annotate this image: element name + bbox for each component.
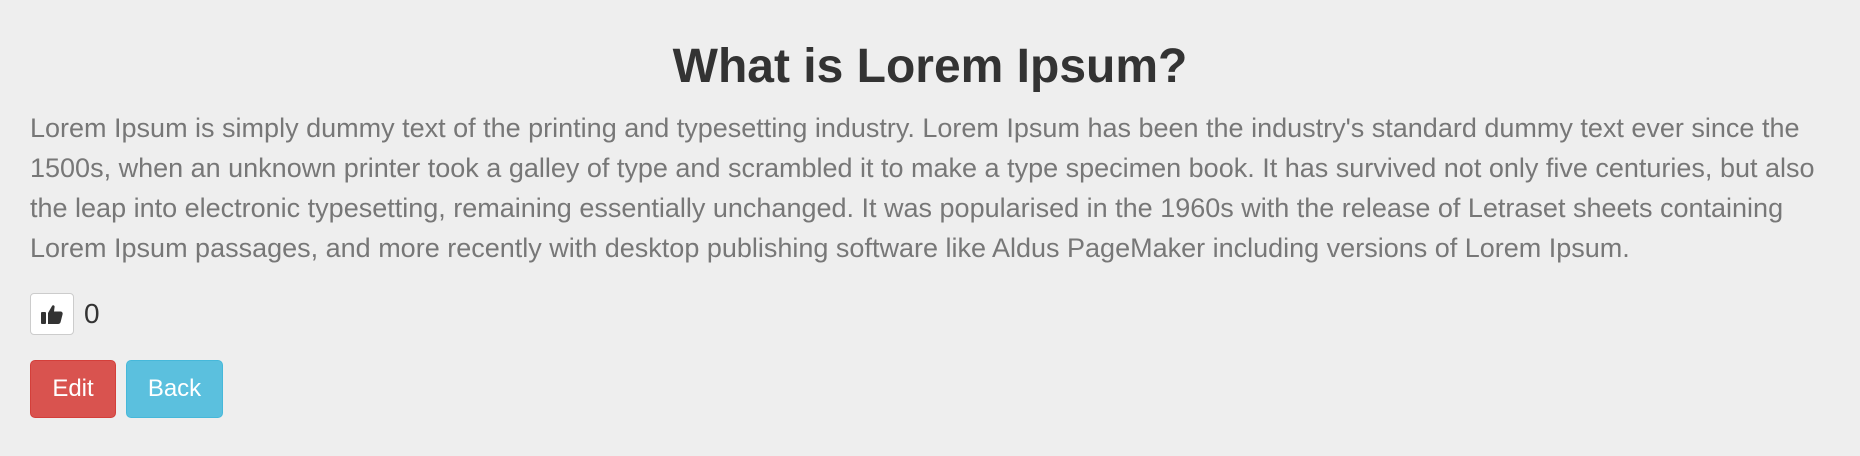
like-button[interactable]: [30, 293, 74, 335]
thumbs-up-icon: [40, 303, 64, 325]
article-container: What is Lorem Ipsum? Lorem Ipsum is simp…: [30, 0, 1830, 418]
back-button[interactable]: Back: [126, 360, 223, 418]
like-count: 0: [84, 298, 100, 329]
like-row: 0: [30, 292, 1830, 336]
edit-button[interactable]: Edit: [30, 360, 116, 418]
action-buttons: Edit Back: [30, 360, 1830, 418]
article-body: Lorem Ipsum is simply dummy text of the …: [30, 113, 1815, 263]
page-title: What is Lorem Ipsum?: [672, 40, 1188, 93]
